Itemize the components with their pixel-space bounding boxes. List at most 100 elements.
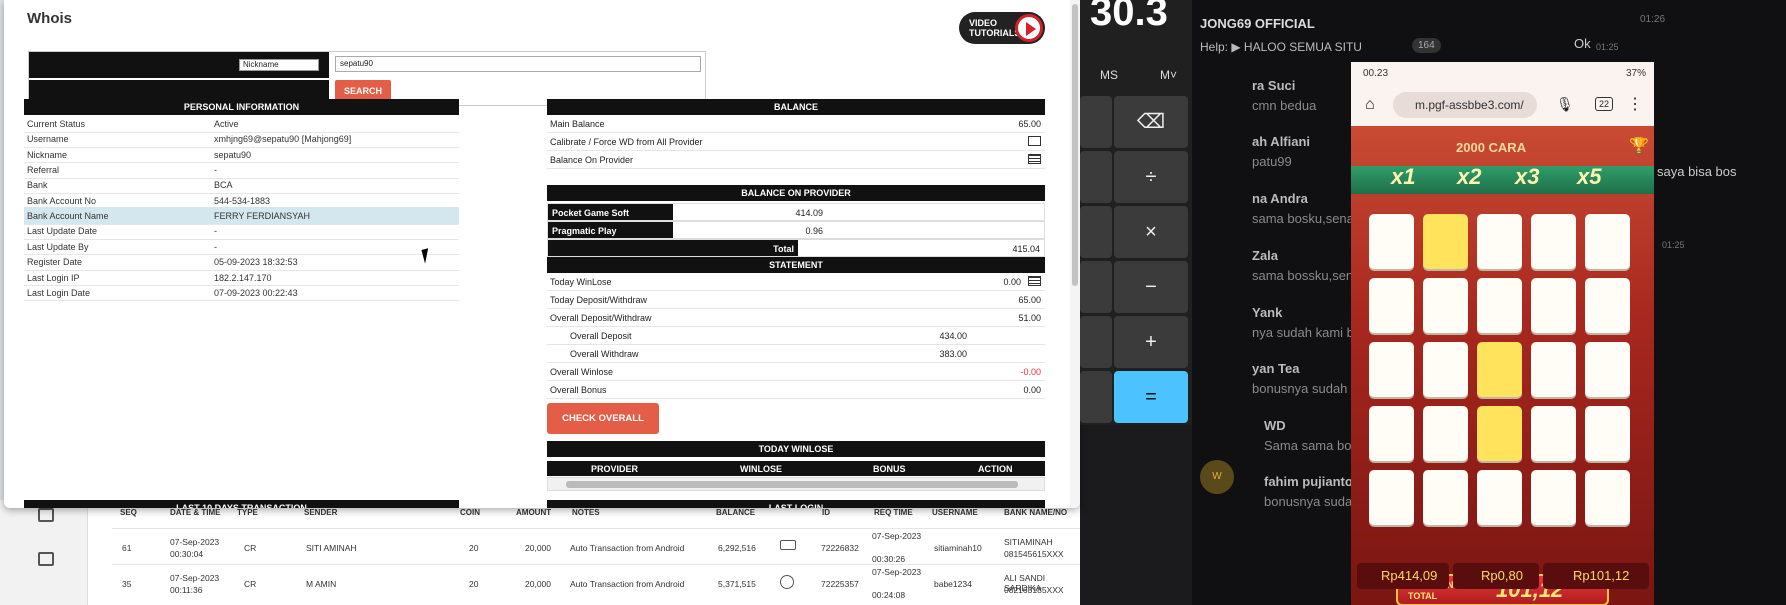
cell-notes: Auto Transaction from Android <box>570 543 685 553</box>
home-icon[interactable]: ⌂ <box>1365 96 1375 114</box>
vertical-scrollbar[interactable] <box>1070 0 1080 508</box>
tabs-count[interactable]: 22 <box>1595 97 1614 111</box>
multiplier: x2 <box>1457 164 1482 189</box>
chat-contact-name: ra Suci <box>1252 78 1296 93</box>
personal-info-value: - <box>214 241 217 252</box>
col-bank: BANK NAME/NO <box>1004 508 1068 517</box>
mahjong-tile <box>1369 470 1414 525</box>
personal-info-value: sepatu90 <box>214 149 252 160</box>
minus-button[interactable]: − <box>1114 261 1188 313</box>
pinned-message[interactable]: Help: ▶ HALOO SEMUA SITU <box>1200 40 1362 54</box>
cell-type: CR <box>244 543 257 553</box>
statement-value: 383.00 <box>939 349 967 359</box>
provider-name: Pragmatic Play <box>548 222 673 238</box>
phone-time: 00.23 <box>1363 68 1389 79</box>
mahjong-tile <box>1477 342 1522 397</box>
personal-info-row: Last Login Date 07-09-2023 00:22:43 <box>24 284 459 302</box>
equals-button[interactable]: = <box>1114 371 1188 423</box>
statement-label: Overall Winlose <box>550 367 614 377</box>
memory-menu-button[interactable]: M˅ <box>1160 68 1177 82</box>
statement-label: Today Deposit/Withdraw <box>550 295 648 305</box>
provider-row: Pragmatic Play 0.96 <box>547 221 1045 239</box>
scroll-thumb[interactable] <box>1072 4 1078 286</box>
bet-display: Rp0,80 <box>1453 563 1539 589</box>
external-link-icon[interactable] <box>1028 136 1041 146</box>
book-icon[interactable] <box>38 552 54 566</box>
cell-time: 00:11:36 <box>170 585 203 595</box>
table-row[interactable]: 35 07-Sep-2023 00:11:36 CR M AMIN 20 20,… <box>112 564 1080 600</box>
game-banner: 2000 CARA <box>1456 140 1527 155</box>
calc-side-key[interactable] <box>1080 316 1112 368</box>
cell-notes: Auto Transaction from Android <box>570 579 685 589</box>
personal-info-label: Last Update Date <box>27 226 98 237</box>
video-tutorials-button[interactable]: VIDEO TUTORIALS <box>959 12 1045 44</box>
scroll-thumb[interactable] <box>566 481 1018 488</box>
cell-amount: 20,000 <box>525 543 551 553</box>
url-bar[interactable]: m.pgf-assbbe3.com/ <box>1393 92 1537 118</box>
mic-icon[interactable]: 🎙 <box>1556 96 1574 113</box>
chat-contact-name: Zala <box>1252 248 1279 263</box>
personal-info-value: BCA <box>214 180 233 191</box>
personal-info-label: Last Login IP <box>27 272 80 283</box>
col-amount: AMOUNT <box>516 508 552 517</box>
trophy-icon[interactable]: 🏆 <box>1629 136 1649 156</box>
personal-info-label: Last Login Date <box>27 287 91 298</box>
check-overall-button[interactable]: CHECK OVERALL <box>547 403 659 434</box>
whois-window: Whois VIDEO TUTORIALS Nickname sepatu90 … <box>4 0 1080 508</box>
cell-time: 00:30:04 <box>170 549 204 559</box>
mahjong-tile <box>1369 214 1414 269</box>
chat-icon[interactable] <box>38 508 54 522</box>
personal-info-label: Username <box>27 134 69 145</box>
personal-info-header: PERSONAL INFORMATION <box>24 99 459 115</box>
browser-bar: ⌂ m.pgf-assbbe3.com/ 🎙 22 ⋮ <box>1351 84 1654 126</box>
provider-total-spacer <box>548 240 673 256</box>
statement-label: Overall Withdraw <box>570 349 639 359</box>
personal-info-value: 07-09-2023 00:22:43 <box>214 287 298 298</box>
main-balance-label: Main Balance <box>550 119 605 129</box>
user-icon[interactable] <box>780 575 794 589</box>
avatar[interactable]: W <box>1200 460 1234 494</box>
col-coin: COIN <box>460 508 480 517</box>
search-type-select[interactable]: Nickname <box>239 59 319 71</box>
mahjong-tile <box>1423 342 1468 397</box>
mahjong-tile <box>1423 214 1468 269</box>
phone-status-bar: 00.23 37% <box>1351 62 1654 84</box>
personal-info-label: Bank Account No <box>27 195 97 206</box>
whois-title: Whois <box>27 10 72 27</box>
device-icon[interactable] <box>780 540 796 550</box>
balance-on-provider-header: BALANCE ON PROVIDER <box>547 185 1045 201</box>
search-input[interactable]: sepatu90 <box>335 56 701 72</box>
menu-icon[interactable]: ⋮ <box>1627 94 1643 114</box>
calc-side-key[interactable] <box>1080 371 1112 423</box>
cell-req-date: 07-Sep-2023 <box>872 531 922 541</box>
today-winlose-header: TODAY WINLOSE <box>547 441 1045 457</box>
calc-side-key[interactable] <box>1080 96 1112 148</box>
list-icon[interactable] <box>1028 154 1041 164</box>
statement-row: Overall Deposit/Withdraw 51.00 <box>547 309 1045 327</box>
statement-row: Today WinLose 0.00 <box>547 273 1045 291</box>
provider-amount: 414.09 <box>795 208 823 218</box>
divide-button[interactable]: ÷ <box>1114 151 1188 203</box>
calc-side-key[interactable] <box>1080 261 1112 313</box>
game-canvas[interactable]: 2000 CARA 🏆 x1 x2 x3 x5 KEMENANGAN TOTAL… <box>1351 126 1654 605</box>
statement-value: 51.00 <box>1018 313 1041 323</box>
col-sender: SENDER <box>304 508 338 517</box>
calc-side-key[interactable] <box>1080 206 1112 258</box>
table-row[interactable]: 61 07-Sep-2023 00:30:04 CR SITI AMINAH 2… <box>112 528 1080 564</box>
personal-info-value: 544-534-1883 <box>214 195 271 206</box>
horizontal-scrollbar[interactable] <box>547 477 1045 491</box>
col-balance: BALANCE <box>716 508 756 517</box>
calibrate-label: Calibrate / Force WD from All Provider <box>550 137 703 147</box>
col-username: USERNAME <box>932 508 978 517</box>
plus-button[interactable]: + <box>1114 316 1188 368</box>
calculator-display: 30.3 <box>1090 0 1168 34</box>
list-icon[interactable] <box>1028 276 1041 286</box>
calc-side-key[interactable] <box>1080 151 1112 203</box>
backspace-icon[interactable]: ⌫ <box>1114 96 1188 148</box>
statement-value: 0.00 <box>1023 385 1041 395</box>
multiply-button[interactable]: × <box>1114 206 1188 258</box>
mahjong-tile <box>1369 278 1414 333</box>
cell-id: 72226832 <box>821 543 859 553</box>
memory-store-button[interactable]: MS <box>1100 68 1118 82</box>
mahjong-tile <box>1585 214 1630 269</box>
